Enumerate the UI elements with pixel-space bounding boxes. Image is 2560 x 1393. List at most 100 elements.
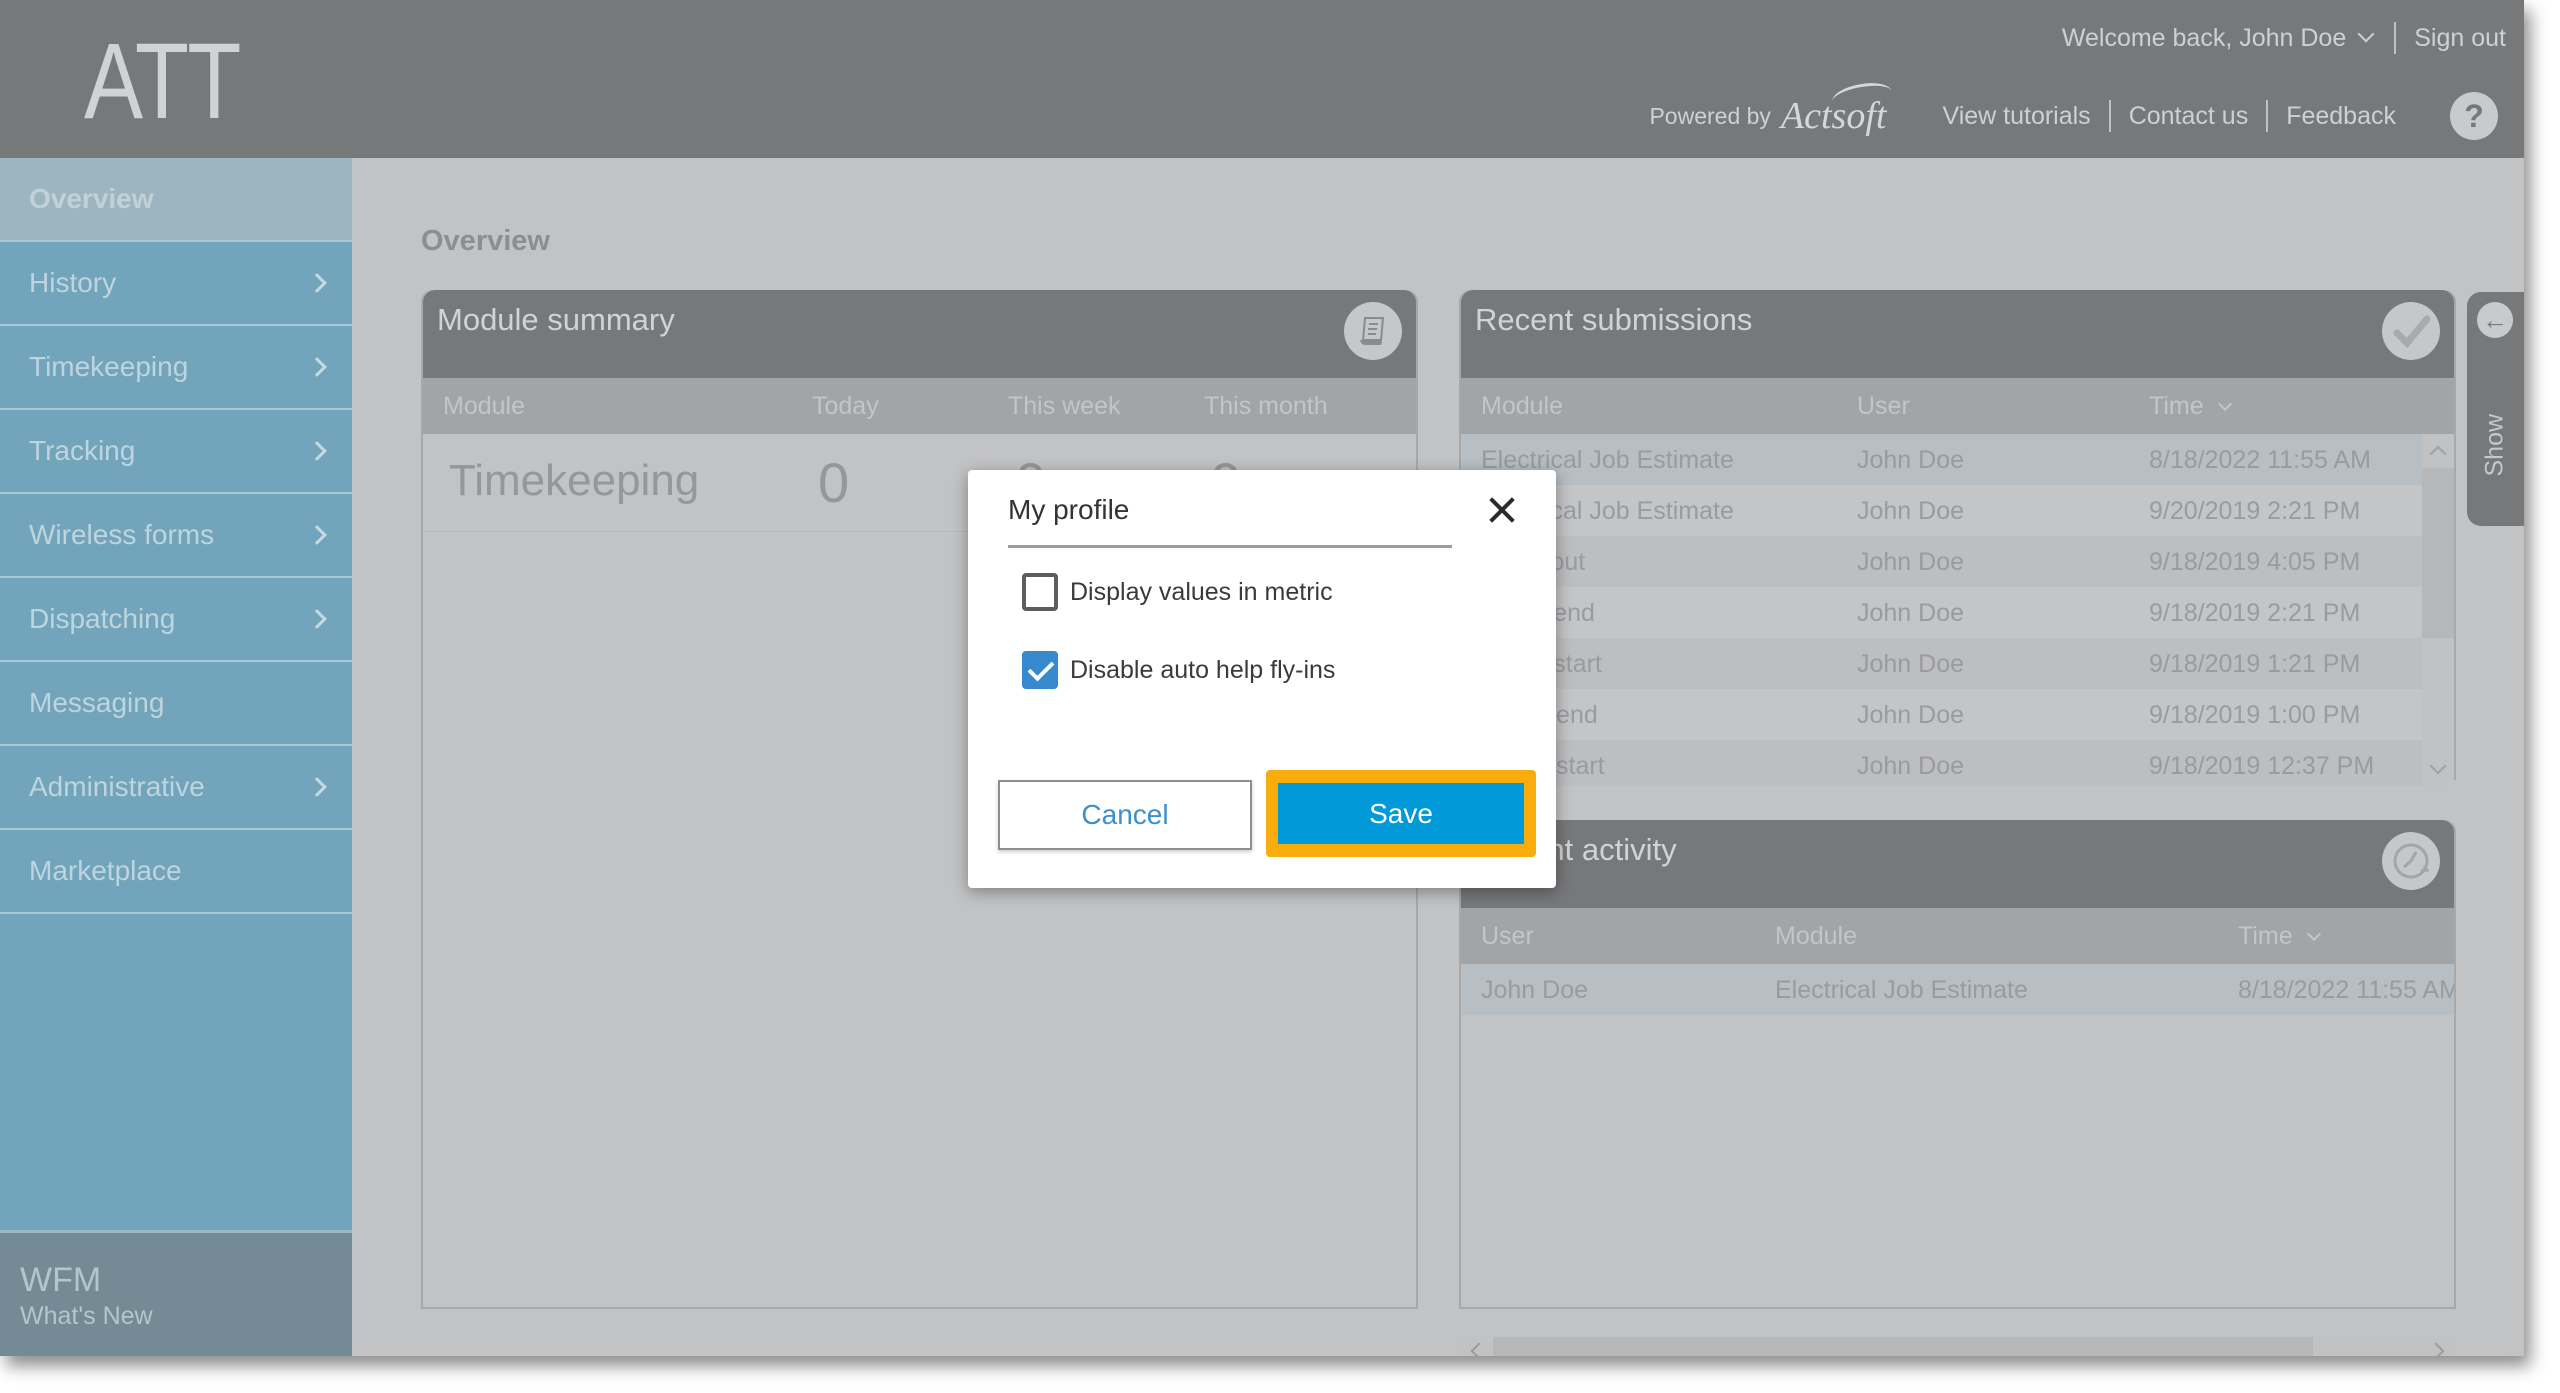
sidebar: Overview History Timekeeping Tracking Wi… <box>0 158 352 1356</box>
sidebar-item-messaging[interactable]: Messaging <box>0 662 352 746</box>
user-menu[interactable]: Welcome back, John Doe <box>2062 24 2394 53</box>
sidebar-item-label: Overview <box>29 183 154 214</box>
cancel-button[interactable]: Cancel <box>998 780 1252 850</box>
column-header-time-label: Time <box>2238 922 2293 950</box>
divider <box>1008 545 1452 548</box>
column-header-user[interactable]: User <box>1857 392 1910 421</box>
sidebar-item-dispatching[interactable]: Dispatching <box>0 578 352 662</box>
cell-time: 9/18/2019 12:37 PM <box>2149 752 2375 780</box>
header-links: Powered by Actsoft View tutorials Contac… <box>1649 92 2498 140</box>
cell-time: 8/18/2022 11:55 AM <box>2238 976 2454 1004</box>
column-header-today[interactable]: Today <box>812 392 879 421</box>
sidebar-item-administrative[interactable]: Administrative <box>0 746 352 830</box>
table-row[interactable]: Lunch end John Doe 9/18/2019 1:00 PM <box>1461 689 2454 740</box>
cell-user: John Doe <box>1857 701 1965 729</box>
contact-us-link[interactable]: Contact us <box>2111 102 2267 131</box>
help-icon[interactable]: ? <box>2450 92 2498 140</box>
scrollbar-thumb[interactable] <box>2422 468 2454 638</box>
panel-title: Recent submissions <box>1475 302 1753 337</box>
checkmark-icon <box>2382 302 2440 360</box>
table-row[interactable]: Break end John Doe 9/18/2019 2:21 PM <box>1461 587 2454 638</box>
chevron-right-icon <box>307 441 327 461</box>
logo: ATT <box>84 20 241 141</box>
column-header-module[interactable]: Module <box>443 392 525 421</box>
cell-user: John Doe <box>1857 446 1965 474</box>
cell-user: John Doe <box>1481 976 1589 1004</box>
report-icon <box>1344 302 1402 360</box>
submissions-table-body: Electrical Job Estimate John Doe 8/18/20… <box>1461 434 2454 786</box>
powered-by-text: Powered by <box>1649 102 1771 129</box>
column-header-module[interactable]: Module <box>1775 922 1857 951</box>
column-header-user[interactable]: User <box>1481 922 1534 951</box>
whats-new-panel[interactable]: WFM What's New <box>0 1230 352 1356</box>
help-flyins-checkbox[interactable] <box>1022 651 1058 689</box>
close-icon[interactable] <box>1484 492 1520 528</box>
chevron-down-icon <box>2357 25 2375 43</box>
column-header-time[interactable]: Time <box>2238 922 2321 951</box>
sidebar-item-label: Messaging <box>29 687 165 718</box>
cell-time: 9/18/2019 2:21 PM <box>2149 599 2361 627</box>
column-header-this-month[interactable]: This month <box>1204 392 1328 421</box>
column-header-time-label: Time <box>2149 392 2204 420</box>
page-title: Overview <box>421 225 550 257</box>
column-header-this-week[interactable]: This week <box>1008 392 1121 421</box>
panel-title: Module summary <box>437 302 675 337</box>
table-row[interactable]: Break start John Doe 9/18/2019 1:21 PM <box>1461 638 2454 689</box>
user-bar: Welcome back, John Doe Sign out <box>2062 22 2506 54</box>
table-row[interactable]: John Doe Electrical Job Estimate 8/18/20… <box>1461 964 2454 1015</box>
save-button[interactable]: Save <box>1278 783 1524 844</box>
table-row[interactable]: Lunch start John Doe 9/18/2019 12:37 PM <box>1461 740 2454 786</box>
feedback-link[interactable]: Feedback <box>2268 102 2414 131</box>
chevron-right-icon <box>307 525 327 545</box>
sidebar-item-label: Timekeeping <box>29 351 189 382</box>
panel-header: Recent activity <box>1461 820 2454 908</box>
cell-user: John Doe <box>1857 497 1965 525</box>
table-row[interactable]: Electrical Job Estimate John Doe 8/18/20… <box>1461 434 2454 485</box>
vertical-scrollbar[interactable] <box>2422 434 2454 786</box>
cell-time: 9/18/2019 1:21 PM <box>2149 650 2361 678</box>
sidebar-item-overview[interactable]: Overview <box>0 158 352 242</box>
sidebar-item-tracking[interactable]: Tracking <box>0 410 352 494</box>
column-header-module[interactable]: Module <box>1481 392 1563 421</box>
show-panel-tab[interactable]: ← Show <box>2467 292 2524 526</box>
sidebar-item-label: Dispatching <box>29 603 176 634</box>
panel-header: Recent submissions <box>1461 290 2454 378</box>
metric-option[interactable]: Display values in metric <box>1022 573 1333 611</box>
cell-time: 9/18/2019 1:00 PM <box>2149 701 2361 729</box>
scroll-right-icon[interactable] <box>2427 1342 2445 1356</box>
powered-by: Powered by Actsoft <box>1649 94 1886 138</box>
footer-subtitle: What's New <box>20 1302 153 1330</box>
table-row[interactable]: Clock out John Doe 9/18/2019 4:05 PM <box>1461 536 2454 587</box>
scrollbar-thumb[interactable] <box>1493 1337 2313 1356</box>
table-row[interactable]: Electrical Job Estimate John Doe 9/20/20… <box>1461 485 2454 536</box>
scroll-down-icon[interactable] <box>2429 757 2447 775</box>
scroll-up-icon[interactable] <box>2429 445 2447 463</box>
cell-time: 9/20/2019 2:21 PM <box>2149 497 2361 525</box>
metric-label: Display values in metric <box>1070 577 1333 606</box>
divider <box>2394 22 2397 54</box>
welcome-text: Welcome back, John Doe <box>2061 23 2347 52</box>
sidebar-item-label: Tracking <box>29 435 136 466</box>
metric-checkbox[interactable] <box>1022 573 1058 611</box>
cell-time: 8/18/2022 11:55 AM <box>2149 446 2371 474</box>
sidebar-item-history[interactable]: History <box>0 242 352 326</box>
app-window: ATT Welcome back, John Doe Sign out Powe… <box>0 0 2524 1356</box>
horizontal-scrollbar[interactable] <box>1461 1335 2454 1356</box>
chevron-right-icon <box>307 777 327 797</box>
view-tutorials-link[interactable]: View tutorials <box>1924 102 2108 131</box>
dialog-title: My profile <box>1008 494 1130 525</box>
cell-today: 0 <box>818 451 850 514</box>
sidebar-item-marketplace[interactable]: Marketplace <box>0 830 352 914</box>
sort-desc-icon <box>2217 396 2232 412</box>
scroll-left-icon[interactable] <box>1470 1342 1488 1356</box>
sidebar-item-timekeeping[interactable]: Timekeeping <box>0 326 352 410</box>
column-header-time[interactable]: Time <box>2149 392 2232 421</box>
cell-time: 9/18/2019 4:05 PM <box>2149 548 2361 576</box>
sidebar-item-wireless-forms[interactable]: Wireless forms <box>0 494 352 578</box>
chevron-right-icon <box>307 273 327 293</box>
cell-user: John Doe <box>1857 650 1965 678</box>
help-flyins-option[interactable]: Disable auto help fly-ins <box>1022 651 1335 689</box>
sort-desc-icon <box>2306 926 2321 942</box>
panel-header: Module summary <box>423 290 1416 378</box>
sign-out-link[interactable]: Sign out <box>2414 24 2506 53</box>
